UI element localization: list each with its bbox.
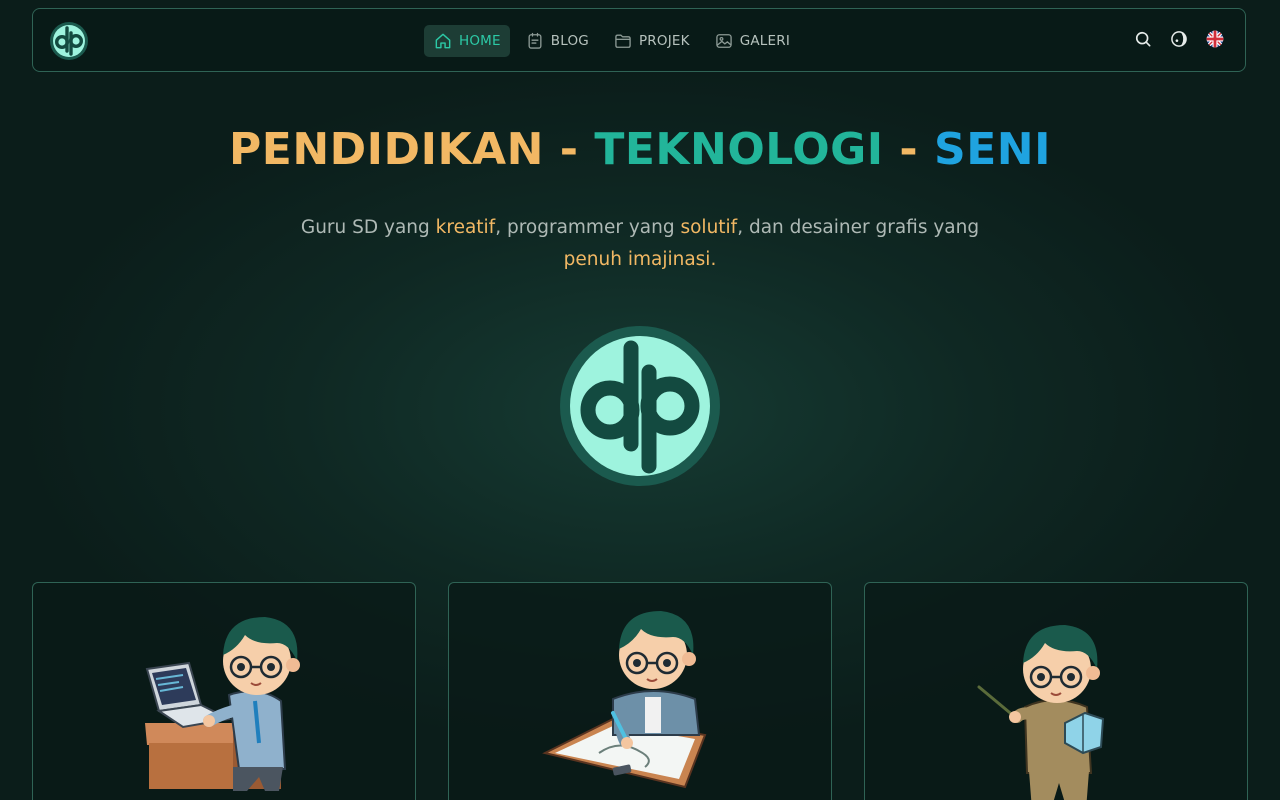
nav-actions	[1133, 29, 1225, 49]
uk-flag-icon	[1206, 30, 1224, 48]
image-icon	[715, 34, 732, 48]
nav-projek[interactable]: PROJEK	[604, 25, 699, 57]
navbar: HOME BLOG PROJEK GALERI	[32, 8, 1246, 72]
subtitle-text: .	[710, 249, 717, 270]
subtitle-highlight-kreatif: kreatif	[435, 217, 496, 238]
hero-title: PENDIDIKAN - TEKNOLOGI - SENI	[0, 122, 1280, 178]
title-seni: SENI	[934, 124, 1051, 175]
nav-galeri[interactable]: GALERI	[705, 25, 799, 57]
main-nav: HOME BLOG PROJEK GALERI	[424, 25, 799, 57]
dp-logo-icon	[50, 22, 88, 60]
theme-toggle-icon	[1171, 31, 1187, 47]
nav-blog-label: BLOG	[550, 33, 589, 49]
subtitle-highlight-imajinasi: penuh imajinasi	[563, 249, 711, 270]
hero-subtitle: Guru SD yang kreatif, programmer yang so…	[290, 212, 990, 276]
teacher-illustration	[977, 625, 1105, 800]
home-icon	[435, 33, 451, 49]
title-teknologi: TEKNOLOGI	[594, 124, 884, 175]
nav-projek-label: PROJEK	[638, 33, 690, 49]
search-icon	[1135, 31, 1151, 47]
theme-toggle-button[interactable]	[1169, 29, 1189, 49]
card-designer[interactable]	[448, 582, 832, 800]
subtitle-text: , programmer yang	[495, 217, 681, 238]
nav-blog[interactable]: BLOG	[516, 25, 598, 57]
card-programmer[interactable]	[32, 582, 416, 800]
folder-icon	[615, 34, 631, 48]
nav-home-label: HOME	[459, 33, 501, 49]
notebook-icon	[528, 32, 542, 49]
subtitle-highlight-solutif: solutif	[680, 217, 738, 238]
nav-galeri-label: GALERI	[739, 33, 790, 49]
subtitle-text: Guru SD yang	[300, 217, 436, 238]
title-pendidikan: PENDIDIKAN	[229, 124, 544, 175]
programmer-illustration	[145, 617, 300, 791]
subtitle-text: , dan desainer grafis yang	[737, 217, 980, 238]
language-button[interactable]	[1205, 29, 1225, 49]
title-separator: -	[883, 124, 934, 175]
brand-logo-link[interactable]	[49, 21, 89, 61]
designer-illustration	[542, 611, 707, 789]
nav-home[interactable]: HOME	[424, 25, 510, 57]
card-teacher[interactable]	[864, 582, 1248, 800]
search-button[interactable]	[1133, 29, 1153, 49]
hero-dp-logo	[560, 326, 720, 486]
title-separator: -	[543, 124, 595, 175]
